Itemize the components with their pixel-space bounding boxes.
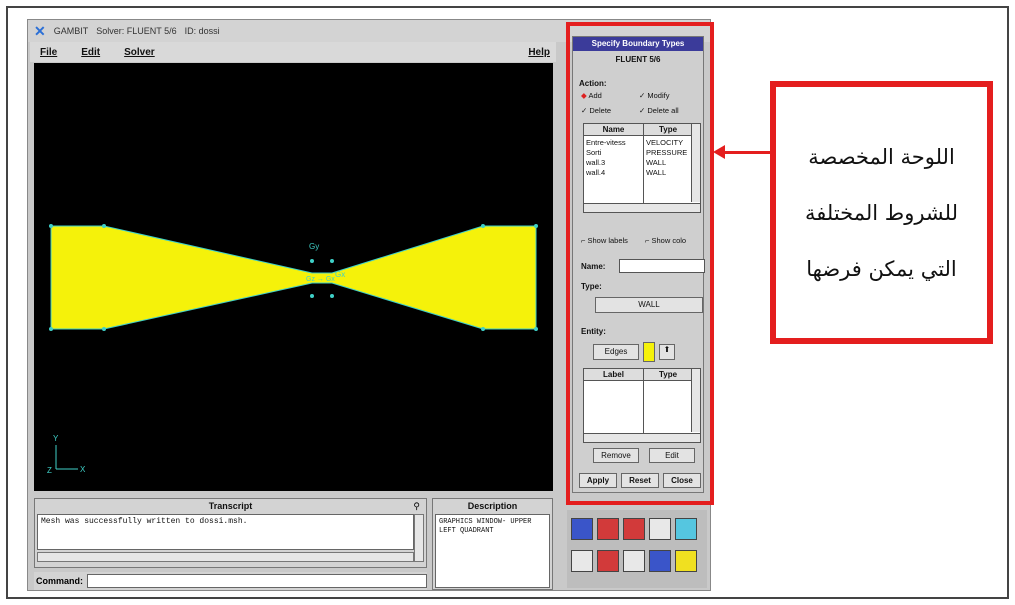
label-gz-gx: Gz → Gx bbox=[306, 276, 335, 283]
operation-zones-icon[interactable] bbox=[623, 518, 645, 540]
axis-x-label: X bbox=[80, 465, 86, 474]
description-pane: Description GRAPHICS WINDOW- UPPER LEFT … bbox=[432, 498, 553, 590]
render-model-icon[interactable] bbox=[649, 550, 671, 572]
callout-line-3: التي يمكن فرضها bbox=[806, 256, 957, 281]
transcript-title: Transcript bbox=[208, 501, 253, 511]
bottom-panels: Transcript ⚲ Mesh was successfully writt… bbox=[34, 498, 553, 590]
description-text: GRAPHICS WINDOW- UPPER LEFT QUADRANT bbox=[435, 514, 550, 588]
solver-label: Solver: FLUENT 5/6 bbox=[96, 26, 177, 36]
pin-icon[interactable]: ⚲ bbox=[413, 501, 420, 512]
callout-line-2: للشروط المختلفة bbox=[805, 200, 959, 225]
menu-file[interactable]: File bbox=[40, 47, 57, 58]
gambit-logo-icon: ✕ bbox=[34, 23, 46, 39]
select-display-icon[interactable] bbox=[597, 550, 619, 572]
menu-help[interactable]: Help bbox=[528, 47, 550, 58]
label-gx: Gx bbox=[335, 270, 345, 279]
mesh-geometry[interactable] bbox=[50, 225, 537, 330]
menu-edit[interactable]: Edit bbox=[81, 47, 100, 58]
transcript-hscrollbar[interactable] bbox=[37, 552, 414, 562]
callout-arrow-line bbox=[724, 151, 771, 154]
callout-line-1: اللوحة المخصصة bbox=[808, 144, 955, 169]
axis-z-label: Z bbox=[47, 466, 52, 475]
zoom-icon[interactable] bbox=[675, 550, 697, 572]
global-control-toolbar bbox=[567, 510, 707, 588]
description-title: Description bbox=[467, 501, 518, 511]
undo-icon[interactable] bbox=[675, 518, 697, 540]
graphics-window[interactable]: Gy Gz → Gx Gx Y Z X bbox=[34, 63, 553, 491]
axis-y-label: Y bbox=[53, 434, 59, 443]
axis-triad-icon: Y Z X bbox=[47, 434, 86, 475]
operation-tools-icon[interactable] bbox=[649, 518, 671, 540]
fit-to-window-icon[interactable] bbox=[571, 550, 593, 572]
transcript-vscrollbar[interactable] bbox=[414, 514, 424, 562]
command-row: Command: bbox=[34, 572, 427, 590]
label-gy: Gy bbox=[309, 242, 319, 251]
annotation-callout: اللوحة المخصصة للشروط المختلفة التي يمكن… bbox=[770, 81, 993, 344]
id-label: ID: dossi bbox=[184, 26, 220, 36]
operation-mesh-icon[interactable] bbox=[597, 518, 619, 540]
app-title: GAMBIT bbox=[53, 26, 89, 36]
menu-bar: File Edit Solver Help bbox=[30, 42, 556, 62]
panel-highlight-box bbox=[566, 22, 714, 505]
menu-solver[interactable]: Solver bbox=[124, 47, 155, 58]
orient-icon[interactable] bbox=[623, 550, 645, 572]
command-label: Command: bbox=[36, 576, 83, 586]
transcript-text: Mesh was successfully written to dossi.m… bbox=[37, 514, 414, 550]
callout-arrow-icon bbox=[713, 145, 725, 159]
operation-geometry-icon[interactable] bbox=[571, 518, 593, 540]
command-input[interactable] bbox=[87, 574, 427, 588]
transcript-pane: Transcript ⚲ Mesh was successfully writt… bbox=[34, 498, 427, 568]
